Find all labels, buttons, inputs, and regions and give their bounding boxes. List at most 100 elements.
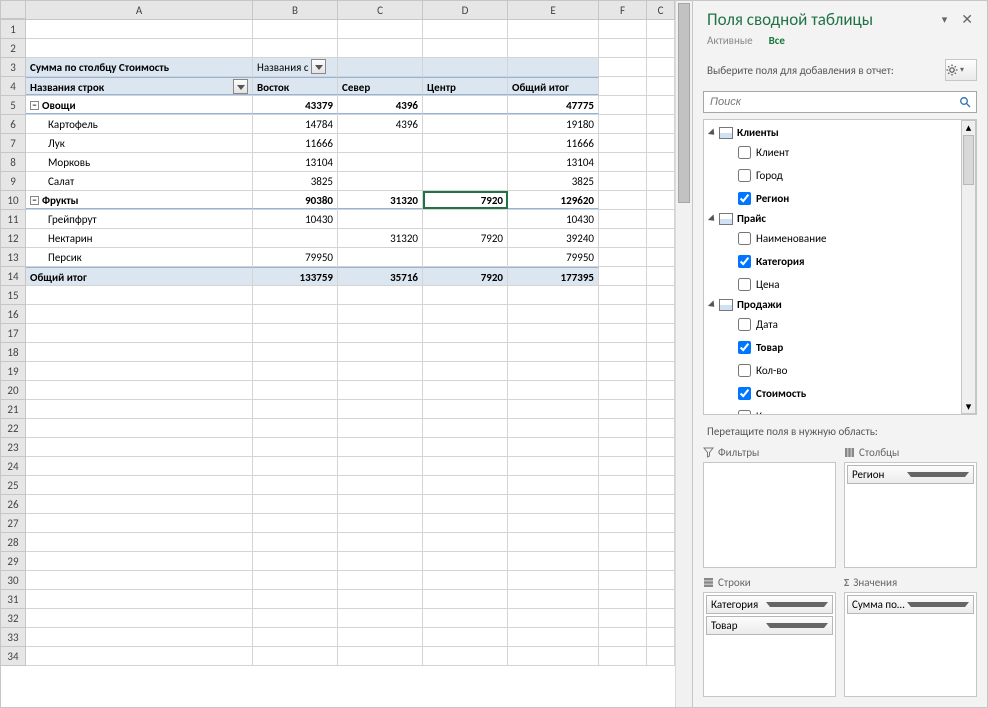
cell[interactable]: 129620: [508, 191, 599, 209]
cell[interactable]: 35716: [338, 267, 423, 285]
row-header-12[interactable]: 12: [1, 229, 26, 248]
cell[interactable]: [26, 495, 253, 513]
cell[interactable]: [338, 400, 423, 418]
cell[interactable]: [338, 134, 423, 152]
col-header-A[interactable]: A: [26, 1, 253, 19]
pane-menu-dropdown[interactable]: ▾: [942, 13, 948, 26]
cell[interactable]: [338, 609, 423, 627]
cell[interactable]: 79950: [508, 248, 599, 266]
field-checkbox[interactable]: [738, 146, 751, 159]
cell[interactable]: Центр: [423, 77, 508, 95]
cell[interactable]: [647, 476, 675, 494]
cell[interactable]: [26, 324, 253, 342]
row-header-20[interactable]: 20: [1, 381, 26, 400]
field-scroll-thumb[interactable]: [963, 135, 974, 185]
cell[interactable]: [338, 495, 423, 513]
cell[interactable]: [253, 324, 338, 342]
row-header-1[interactable]: 1: [1, 20, 26, 39]
cell[interactable]: [423, 590, 508, 608]
row-header-22[interactable]: 22: [1, 419, 26, 438]
collapse-icon[interactable]: −: [30, 196, 39, 205]
field-checkbox[interactable]: [738, 278, 751, 291]
tab-all-fields[interactable]: Все: [769, 34, 785, 47]
cell[interactable]: [508, 514, 599, 532]
cell[interactable]: [599, 39, 647, 57]
row-header-23[interactable]: 23: [1, 438, 26, 457]
cell[interactable]: [338, 571, 423, 589]
cell[interactable]: [253, 647, 338, 665]
row-header-25[interactable]: 25: [1, 476, 26, 495]
dropdown-icon[interactable]: [766, 602, 829, 607]
cell[interactable]: [423, 58, 508, 76]
cell[interactable]: [423, 400, 508, 418]
cell[interactable]: [423, 248, 508, 266]
expand-icon[interactable]: [708, 214, 717, 223]
cell[interactable]: [508, 457, 599, 475]
row-header-28[interactable]: 28: [1, 533, 26, 552]
vertical-scrollbar[interactable]: [675, 1, 692, 707]
row-header-27[interactable]: 27: [1, 514, 26, 533]
cell[interactable]: [647, 400, 675, 418]
cell[interactable]: [599, 96, 647, 114]
cell[interactable]: [423, 514, 508, 532]
cell[interactable]: [647, 153, 675, 171]
cell[interactable]: [599, 77, 647, 95]
cell[interactable]: [508, 286, 599, 304]
field-checkbox[interactable]: [738, 192, 751, 205]
field-Клиент[interactable]: Клиент: [706, 141, 974, 164]
cell[interactable]: [338, 514, 423, 532]
cell[interactable]: [26, 590, 253, 608]
cell[interactable]: [26, 286, 253, 304]
search-icon[interactable]: [954, 96, 976, 108]
cell[interactable]: [338, 476, 423, 494]
cell[interactable]: Персик: [26, 248, 253, 266]
cell[interactable]: [647, 628, 675, 646]
cell[interactable]: [599, 590, 647, 608]
cell[interactable]: [423, 172, 508, 190]
cell[interactable]: [423, 286, 508, 304]
cell[interactable]: [647, 115, 675, 133]
cell[interactable]: [253, 438, 338, 456]
cell[interactable]: [647, 210, 675, 228]
cell[interactable]: Морковь: [26, 153, 253, 171]
cell[interactable]: [599, 267, 647, 285]
cell[interactable]: [338, 419, 423, 437]
cell[interactable]: [647, 134, 675, 152]
table-group-Клиенты[interactable]: Клиенты: [706, 124, 974, 141]
cell[interactable]: [423, 362, 508, 380]
search-input[interactable]: [703, 91, 977, 113]
field-Кол-во[interactable]: Кол-во: [706, 359, 974, 382]
field-Дата[interactable]: Дата: [706, 313, 974, 336]
cell[interactable]: [253, 514, 338, 532]
cell[interactable]: [26, 476, 253, 494]
field-checkbox[interactable]: [738, 232, 751, 245]
cell[interactable]: [338, 58, 423, 76]
cell[interactable]: [338, 647, 423, 665]
cell[interactable]: [599, 533, 647, 551]
cell[interactable]: Нектарин: [26, 229, 253, 247]
cell[interactable]: 4396: [338, 115, 423, 133]
cell[interactable]: [253, 628, 338, 646]
field-checkbox[interactable]: [738, 364, 751, 377]
cell[interactable]: [423, 476, 508, 494]
area-tag[interactable]: Регион: [847, 465, 974, 484]
cell[interactable]: [423, 419, 508, 437]
dropdown-icon[interactable]: [766, 623, 829, 628]
cell[interactable]: [423, 609, 508, 627]
field-scroll-down[interactable]: ▾: [962, 400, 975, 413]
cell[interactable]: [508, 590, 599, 608]
cell[interactable]: [423, 552, 508, 570]
cell[interactable]: [508, 20, 599, 38]
cell[interactable]: [26, 419, 253, 437]
cell[interactable]: [599, 476, 647, 494]
cell[interactable]: [508, 58, 599, 76]
cell[interactable]: [599, 514, 647, 532]
column-labels-dropdown[interactable]: Названия с: [253, 58, 338, 76]
cell[interactable]: [508, 39, 599, 57]
cell[interactable]: [508, 647, 599, 665]
cell[interactable]: [26, 438, 253, 456]
cell[interactable]: [423, 647, 508, 665]
cell[interactable]: [647, 229, 675, 247]
cell[interactable]: [423, 153, 508, 171]
cell[interactable]: [647, 590, 675, 608]
